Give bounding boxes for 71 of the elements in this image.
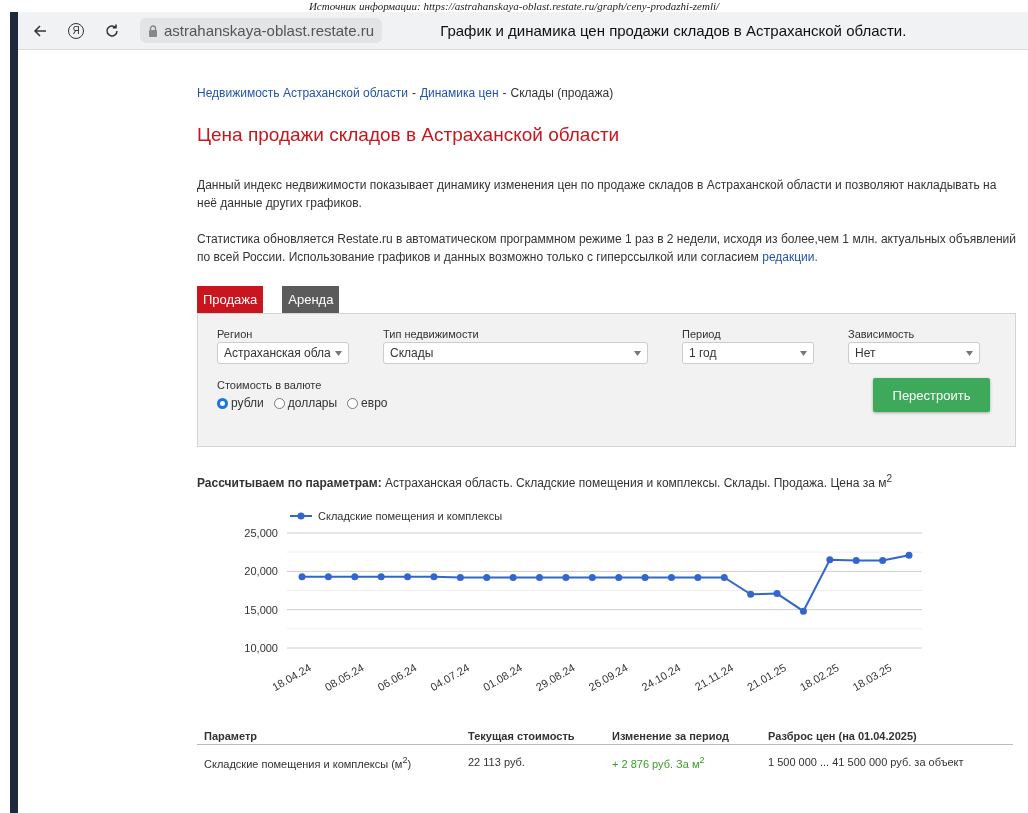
data-point [905, 551, 913, 559]
breadcrumb-separator: - [411, 86, 416, 100]
filter-label: Период [682, 328, 722, 340]
y-tick-label: 25,000 [244, 527, 278, 539]
caret-icon [634, 350, 641, 356]
data-point [879, 557, 887, 565]
column-header: Изменение за период [605, 728, 761, 745]
column-header: Разброс цен (на 01.04.2025) [761, 728, 1013, 745]
breadcrumb-current: Склады (продажа) [510, 86, 614, 100]
data-point [456, 573, 464, 581]
radio-option[interactable]: рубли [217, 396, 264, 410]
data-point [324, 573, 332, 581]
caption-text: Источник информации: https://astrahanskaya-oblast.restate.ru/graph/ceny-prodazhi-zemli/ [307, 0, 721, 12]
data-point [720, 573, 728, 581]
currency-label: Стоимость в валюте [217, 379, 322, 391]
caret-icon [800, 350, 807, 356]
page-title: График и динамика цен продажи складов в Астраханской области. [440, 22, 907, 39]
data-point [826, 556, 834, 564]
data-point [562, 573, 570, 581]
filter-label: Зависимость [848, 328, 916, 340]
back-icon[interactable] [32, 22, 48, 39]
data-point [404, 573, 412, 581]
reload-icon[interactable] [104, 22, 120, 39]
column-header: Текущая стоимость [461, 728, 605, 745]
column-header: Параметр [197, 728, 461, 745]
dropdown[interactable]: Нет [848, 342, 980, 364]
address-field[interactable]: astrahanskaya-oblast.restate.ru [140, 18, 383, 43]
data-point [298, 573, 306, 581]
intro-paragraph: Данный индекс недвижимости показывает динамику изменения цен по продаже складов в Астраханской области и позволяют накладывать на неё данные других графиков. [197, 177, 998, 212]
dropdown[interactable]: 1 год [682, 342, 814, 364]
y-tick-label: 10,000 [244, 642, 278, 654]
data-point [509, 573, 517, 581]
data-point [588, 573, 596, 581]
caret-icon [966, 350, 973, 356]
breadcrumb-link[interactable]: Динамика цен [419, 86, 499, 100]
dropdown[interactable]: Астраханская обла [217, 342, 349, 364]
caret-icon [335, 350, 342, 356]
editorial-link[interactable]: редакции. [762, 250, 818, 264]
breadcrumb-separator: - [502, 86, 507, 100]
data-point [430, 573, 438, 581]
radio-option[interactable]: евро [347, 396, 388, 410]
data-point [483, 573, 491, 581]
tab[interactable]: Аренда [282, 286, 340, 313]
data-point [668, 573, 675, 581]
filter-label: Тип недвижимости [383, 328, 480, 340]
data-point [852, 557, 860, 565]
page-heading: Цена продажи складов в Астраханской области [197, 124, 621, 146]
data-point [773, 590, 781, 598]
data-point [615, 573, 623, 581]
params-text: Рассчитываем по параметрам: Астраханская область. Складские помещения и комплексы. Склады. Продажа. Цена за м$^{2}$ [197, 473, 893, 490]
table-cell: Складские помещения и комплексы (м$^{2}$) [197, 744, 461, 780]
data-point [694, 573, 702, 581]
y-tick-label: 15,000 [244, 603, 278, 616]
table-cell: 1 500 000 ... 41 500 000 руб. за объект [761, 744, 1013, 780]
filter-label: Регион [217, 328, 254, 340]
lock-icon [148, 24, 158, 37]
data-point [351, 573, 359, 581]
table-cell: + 2 876 руб. За м$^{2}$ [605, 744, 761, 780]
data-point [377, 573, 385, 581]
data-point [799, 607, 807, 615]
tab[interactable]: Продажа [197, 286, 264, 313]
chart-legend: Складские помещения и комплексы [289, 510, 503, 522]
data-point [536, 573, 543, 581]
dropdown[interactable]: Склады [383, 342, 648, 364]
y-tick-label: 20,000 [244, 565, 278, 578]
data-point [747, 590, 755, 598]
breadcrumb-link[interactable]: Недвижимость Астраханской области [197, 86, 408, 100]
radio-option[interactable]: доллары [273, 396, 338, 410]
data-point [641, 573, 649, 581]
table-cell: 22 113 руб. [461, 744, 605, 780]
stats-paragraph: Статистика обновляется Restate.ru в автоматическом программном режиме 1 раз в 2 недели, исходя из более,чем 1 млн. актуальных объявлений по всей России. Использование графиков и данных возможно только с гиперссылкой или согласием редакции. [197, 231, 1016, 266]
